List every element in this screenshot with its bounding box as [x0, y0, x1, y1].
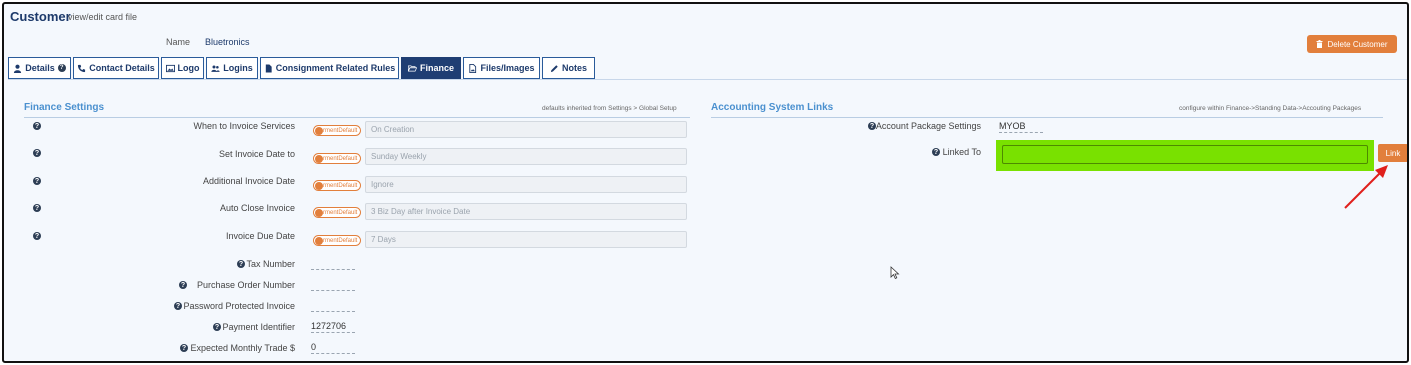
- toggle-text: rmentDefault: [323, 237, 358, 244]
- toggle-text: rmentDefault: [323, 182, 358, 189]
- users-icon: [211, 65, 220, 72]
- finance-settings-rule: [24, 117, 690, 118]
- field-label: Payment Identifier: [222, 322, 295, 332]
- toggle-knob: [315, 154, 323, 163]
- linked-to-label: Linked To: [942, 147, 981, 157]
- purchase-order-number-field[interactable]: [311, 279, 355, 291]
- page-subtitle: view/edit card file: [68, 12, 138, 22]
- payment-identifier-field[interactable]: 1272706: [311, 321, 355, 333]
- tab-divider: [8, 79, 1407, 80]
- question-circle-icon[interactable]: ?: [33, 232, 41, 240]
- link-button[interactable]: Link: [1378, 144, 1407, 162]
- question-circle-icon[interactable]: ?: [33, 177, 41, 185]
- inherit-default-toggle[interactable]: rmentDefault: [313, 235, 361, 246]
- field-label: Purchase Order Number: [196, 280, 295, 290]
- tax-number-field[interactable]: [311, 258, 355, 270]
- inherit-default-toggle[interactable]: rmentDefault: [313, 125, 361, 136]
- tab-bar: Details ? Contact Details Logo Logins Co…: [8, 57, 595, 79]
- tab-notes[interactable]: Notes: [542, 57, 595, 79]
- red-arrow-icon: [1344, 165, 1388, 209]
- tab-label: Files/Images: [480, 63, 535, 73]
- field-label: Expected Monthly Trade $: [190, 343, 295, 353]
- setting-label: Set Invoice Date to: [218, 149, 295, 159]
- toggle-text: rmentDefault: [323, 209, 358, 216]
- question-circle-icon[interactable]: ?: [33, 149, 41, 157]
- tab-label: Logo: [177, 63, 200, 73]
- mouse-cursor-icon: [890, 266, 900, 280]
- when-to-invoice-services-field[interactable]: On Creation: [365, 121, 687, 138]
- tab-label: Finance: [419, 63, 454, 73]
- tab-label: Contact Details: [89, 63, 155, 73]
- toggle-knob: [315, 208, 323, 217]
- customer-card-window: Customer view/edit card file Name Bluetr…: [2, 2, 1409, 363]
- folder-open-icon: [407, 65, 417, 71]
- accounting-system-links-note: configure within Finance->Standing Data-…: [1179, 105, 1362, 112]
- toggle-knob: [315, 181, 323, 190]
- finance-settings-note: defaults inherited from Settings > Globa…: [542, 105, 677, 112]
- auto-close-invoice-field[interactable]: 3 Biz Day after Invoice Date: [365, 203, 687, 220]
- tab-label: Consignment Related Rules: [275, 63, 396, 73]
- page-title: Customer: [10, 9, 71, 24]
- account-package-value[interactable]: MYOB: [999, 121, 1043, 133]
- tab-files-images[interactable]: Files/Images: [463, 57, 540, 79]
- setting-label: When to Invoice Services: [193, 121, 295, 131]
- toggle-text: rmentDefault: [323, 127, 358, 134]
- linked-to-input[interactable]: [1002, 145, 1368, 164]
- user-icon: [14, 64, 22, 73]
- delete-customer-label: Delete Customer: [1327, 39, 1388, 49]
- toggle-text: rmentDefault: [323, 155, 358, 162]
- phone-icon: [78, 64, 86, 72]
- tab-details[interactable]: Details ?: [8, 57, 71, 79]
- setting-label: Additional Invoice Date: [202, 176, 295, 186]
- toggle-knob: [315, 126, 323, 135]
- inherit-default-toggle[interactable]: rmentDefault: [313, 207, 361, 218]
- file-image-icon: [469, 63, 477, 73]
- finance-settings-title: Finance Settings: [24, 102, 105, 113]
- question-circle-icon: ?: [57, 64, 66, 72]
- accounting-system-links-rule: [711, 117, 1383, 118]
- tab-contact-details[interactable]: Contact Details: [73, 57, 159, 79]
- tab-logo[interactable]: Logo: [161, 57, 204, 79]
- name-value: Bluetronics: [205, 37, 250, 47]
- tab-label: Notes: [561, 63, 587, 73]
- set-invoice-date-field[interactable]: Sunday Weekly: [365, 148, 687, 165]
- tab-logins[interactable]: Logins: [206, 57, 258, 79]
- inherit-default-toggle[interactable]: rmentDefault: [313, 153, 361, 164]
- tab-label: Logins: [223, 63, 253, 73]
- tab-consignment-related-rules[interactable]: Consignment Related Rules: [260, 57, 399, 79]
- inherit-default-toggle[interactable]: rmentDefault: [313, 180, 361, 191]
- expected-monthly-trade-field[interactable]: 0: [311, 342, 355, 354]
- image-icon: [165, 64, 175, 72]
- setting-label: Invoice Due Date: [225, 231, 295, 241]
- additional-invoice-date-field[interactable]: Ignore: [365, 176, 687, 193]
- question-circle-icon[interactable]: ?: [33, 122, 41, 130]
- file-icon: [265, 63, 272, 73]
- name-label: Name: [166, 37, 191, 47]
- accounting-system-links-title: Accounting System Links: [711, 102, 834, 113]
- toggle-knob: [315, 236, 323, 245]
- invoice-due-date-field[interactable]: 7 Days: [365, 231, 687, 248]
- tab-label: Details: [25, 63, 55, 73]
- field-label: Password Protected Invoice: [183, 301, 295, 311]
- setting-label: Auto Close Invoice: [219, 203, 295, 213]
- account-package-label: Account Package Settings: [875, 121, 981, 131]
- trash-icon: [1316, 40, 1323, 48]
- linked-to-highlight: [996, 140, 1374, 171]
- pencil-icon: [550, 64, 558, 72]
- password-protected-invoice-field[interactable]: [311, 300, 355, 312]
- question-circle-icon[interactable]: ?: [33, 204, 41, 212]
- field-label: Tax Number: [246, 259, 295, 269]
- delete-customer-button[interactable]: Delete Customer: [1307, 35, 1397, 53]
- tab-finance[interactable]: Finance: [401, 57, 461, 79]
